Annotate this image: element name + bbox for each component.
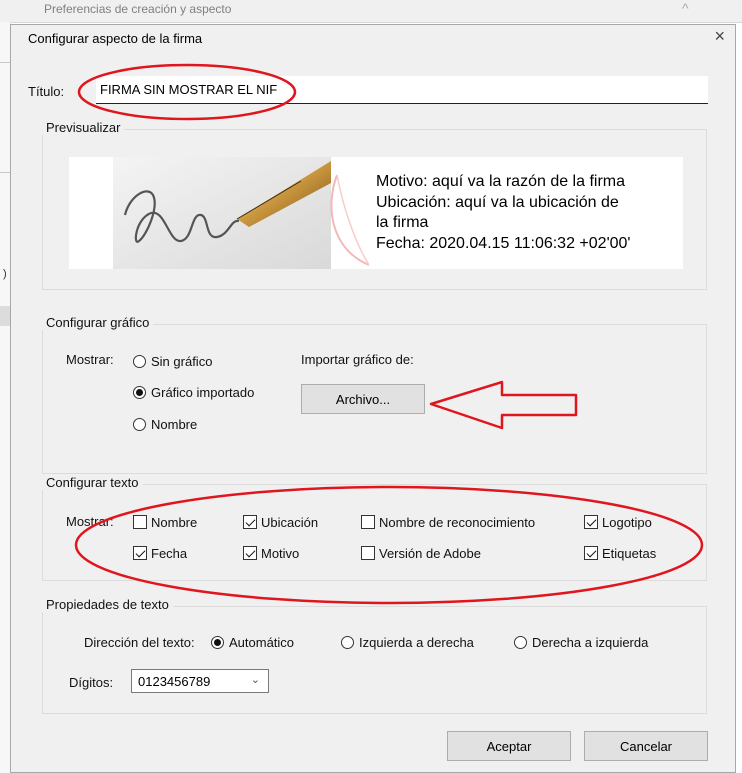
digits-label: Dígitos:: [69, 675, 114, 690]
title-label: Título:: [28, 84, 65, 99]
preview-line-location: Ubicación: aquí va la ubicación de: [376, 193, 619, 211]
chevron-down-icon: ⌄: [250, 674, 260, 686]
checkbox-logotipo[interactable]: [584, 515, 598, 529]
background-divider: [0, 62, 10, 63]
radio-grafico-importado-label: Gráfico importado: [151, 385, 255, 400]
title-input[interactable]: [96, 76, 708, 104]
text-group: Configurar texto: [42, 475, 707, 581]
checkbox-nombre-reconocimiento-label: Nombre de reconocimiento: [379, 515, 536, 530]
text-direction-label: Dirección del texto:: [84, 635, 195, 650]
adobe-logo-icon: [330, 174, 370, 266]
preview-line-location-cont: la firma: [376, 214, 429, 231]
cancel-button[interactable]: Cancelar: [584, 731, 708, 761]
text-group-title: Configurar texto: [42, 475, 143, 490]
radio-izquierda-derecha-label: Izquierda a derecha: [359, 635, 474, 650]
checkbox-logotipo-label: Logotipo: [602, 515, 652, 530]
background-edge-text: ): [3, 268, 7, 280]
preview-line-date: Fecha: 2020.04.15 11:06:32 +02'00': [376, 234, 631, 252]
checkbox-etiquetas-label: Etiquetas: [602, 546, 657, 561]
radio-derecha-izquierda[interactable]: [514, 636, 527, 649]
radio-izquierda-derecha[interactable]: [341, 636, 354, 649]
text-properties-group: Propiedades de texto: [42, 597, 707, 714]
checkbox-fecha[interactable]: [133, 546, 147, 560]
preview-text: Motivo: aquí va la razón de la firma Ubi…: [376, 172, 630, 254]
preview-group-title: Previsualizar: [42, 120, 125, 135]
background-divider: [0, 172, 10, 173]
digits-select-value: 0123456789: [138, 674, 211, 689]
checkbox-nombre-reconocimiento[interactable]: [361, 515, 375, 529]
checkbox-version-adobe-label: Versión de Adobe: [379, 546, 481, 561]
signature-appearance-dialog: Configurar aspecto de la firma × Título:…: [10, 24, 736, 773]
checkbox-fecha-label: Fecha: [151, 546, 188, 561]
close-icon[interactable]: ×: [714, 26, 725, 47]
radio-derecha-izquierda-label: Derecha a izquierda: [532, 635, 649, 650]
checkbox-nombre-label: Nombre: [151, 515, 198, 530]
background-edge-block: [0, 306, 10, 326]
checkbox-ubicacion-label: Ubicación: [261, 515, 319, 530]
checkbox-motivo-label: Motivo: [261, 546, 300, 561]
checkbox-motivo[interactable]: [243, 546, 257, 560]
graphic-group-title: Configurar gráfico: [42, 315, 154, 330]
preview-line-reason: Motivo: aquí va la razón de la firma: [376, 173, 626, 190]
radio-nombre-label: Nombre: [151, 417, 198, 432]
radio-automatico[interactable]: [211, 636, 224, 649]
chevron-up-icon: ^: [682, 0, 689, 16]
text-properties-group-title: Propiedades de texto: [42, 597, 173, 612]
text-show-label: Mostrar:: [66, 514, 114, 529]
checkbox-nombre[interactable]: [133, 515, 147, 529]
checkbox-etiquetas[interactable]: [584, 546, 598, 560]
file-button[interactable]: Archivo...: [301, 384, 425, 414]
background-window-titlebar: Preferencias de creación y aspecto ^: [0, 0, 742, 23]
graphic-show-label: Mostrar:: [66, 352, 114, 367]
signature-preview: Motivo: aquí va la razón de la firma Ubi…: [69, 157, 683, 269]
checkbox-ubicacion[interactable]: [243, 515, 257, 529]
import-graphic-label: Importar gráfico de:: [301, 352, 414, 367]
digits-select[interactable]: 0123456789 ⌄: [131, 669, 269, 693]
radio-sin-grafico[interactable]: [133, 355, 146, 368]
signature-photo: [113, 157, 331, 269]
radio-grafico-importado[interactable]: [133, 386, 146, 399]
dialog-title: Configurar aspecto de la firma: [28, 31, 203, 46]
radio-nombre[interactable]: [133, 418, 146, 431]
accept-button[interactable]: Aceptar: [447, 731, 571, 761]
background-window-title: Preferencias de creación y aspecto: [44, 2, 232, 16]
radio-sin-grafico-label: Sin gráfico: [151, 354, 213, 369]
radio-automatico-label: Automático: [229, 635, 295, 650]
checkbox-version-adobe[interactable]: [361, 546, 375, 560]
